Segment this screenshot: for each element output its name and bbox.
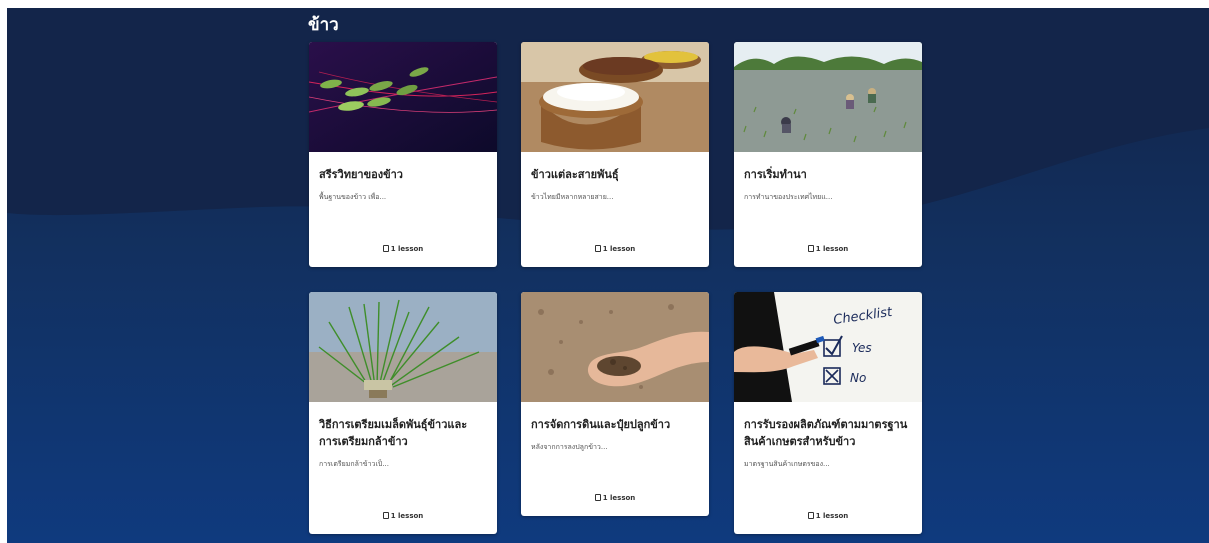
course-description: พื้นฐานของข้าว เพื่อ... [319, 193, 387, 201]
course-card[interactable]: ข้าวแต่ละสายพันธุ์ ข้าวไทยมีหลากหลายสาย.… [521, 42, 709, 267]
course-card[interactable]: การเริ่มทำนา การทำนาของประเทศไทยแ... 1 l… [734, 42, 922, 267]
course-title: สรีรวิทยาของข้าว [319, 168, 403, 181]
course-title: ข้าวแต่ละสายพันธุ์ [531, 168, 619, 181]
checklist-image: Checklist Yes No [734, 292, 922, 402]
course-description: การเตรียมกล้าข้าวเป็... [319, 460, 389, 468]
course-card[interactable]: Checklist Yes No การรับรองผลิตภัณฑ์ตามมา… [734, 292, 922, 534]
section-title: ข้าว [308, 15, 339, 35]
course-description: การทำนาของประเทศไทยแ... [744, 193, 833, 201]
book-icon [382, 512, 389, 519]
rice-seedlings-image [309, 292, 497, 402]
book-icon [807, 245, 814, 252]
lesson-count: 1 lesson [521, 245, 709, 253]
course-card[interactable]: การจัดการดินและปุ๋ยปลูกข้าว หลังจากการลง… [521, 292, 709, 516]
svg-text:Yes: Yes [852, 341, 872, 355]
page-background: ข้าว สรีรวิทยาของข้าว พื้นฐานของข้าว เพื… [7, 8, 1209, 543]
book-icon [382, 245, 389, 252]
course-card[interactable]: วิธีการเตรียมเมล็ดพันธุ์ข้าวและการเตรียม… [309, 292, 497, 534]
course-title: การเริ่มทำนา [744, 168, 807, 181]
lesson-count: 1 lesson [734, 245, 922, 253]
course-title: การจัดการดินและปุ๋ยปลูกข้าว [531, 418, 671, 431]
rice-grain-image [309, 42, 497, 152]
soil-in-hand-image [521, 292, 709, 402]
course-description: ข้าวไทยมีหลากหลายสาย... [531, 193, 614, 201]
rice-planting-image [734, 42, 922, 152]
lesson-count: 1 lesson [521, 494, 709, 502]
course-description: มาตรฐานสินค้าเกษตรของ... [744, 460, 830, 468]
rice-bowls-image [521, 42, 709, 152]
lesson-count: 1 lesson [309, 512, 497, 520]
book-icon [807, 512, 814, 519]
course-description: หลังจากการลงปลูกข้าว... [531, 443, 608, 451]
course-title: วิธีการเตรียมเมล็ดพันธุ์ข้าวและการเตรียม… [319, 418, 468, 448]
svg-text:No: No [850, 371, 866, 385]
course-title: การรับรองผลิตภัณฑ์ตามมาตรฐานสินค้าเกษตรส… [744, 418, 908, 448]
course-card[interactable]: สรีรวิทยาของข้าว พื้นฐานของข้าว เพื่อ...… [309, 42, 497, 267]
book-icon [594, 494, 601, 501]
lesson-count: 1 lesson [734, 512, 922, 520]
lesson-count: 1 lesson [309, 245, 497, 253]
book-icon [594, 245, 601, 252]
